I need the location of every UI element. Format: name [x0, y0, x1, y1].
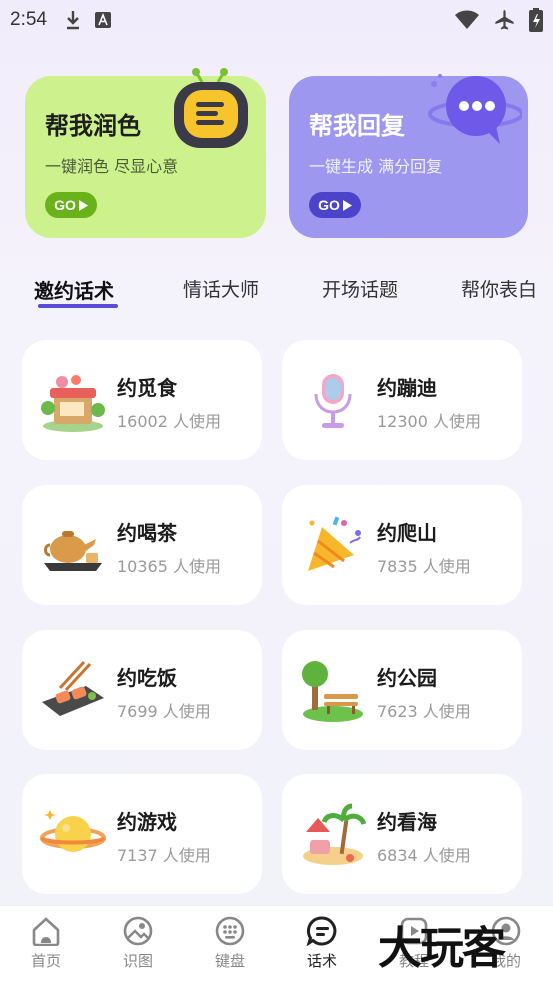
item-title: 约爬山	[377, 521, 437, 545]
tab-love-words[interactable]: 情话大师	[183, 275, 259, 302]
nav-chat[interactable]: 话术	[292, 916, 352, 971]
food-stall-icon	[41, 375, 105, 432]
item-title: 约游戏	[117, 810, 177, 834]
chat-bubble-icon	[428, 74, 522, 144]
item-usage: 7835 人使用	[377, 557, 471, 576]
watermark: 大玩客	[378, 923, 506, 974]
teapot-icon	[44, 531, 102, 571]
item-title: 约喝茶	[117, 521, 177, 545]
item-card[interactable]: 约公园 7623 人使用	[282, 630, 522, 750]
tab-opening-topics[interactable]: 开场话题	[322, 275, 398, 302]
item-card[interactable]: 约游戏 7137 人使用	[22, 774, 262, 894]
a-icon	[94, 12, 111, 28]
go-label: GO	[54, 197, 76, 213]
nav-keyboard-label: 键盘	[214, 952, 245, 970]
tab-confess[interactable]: 帮你表白	[461, 275, 537, 302]
item-usage: 12300 人使用	[377, 412, 481, 431]
planet-icon	[40, 810, 106, 852]
reply-card-subtitle: 一键生成 满分回复	[309, 157, 443, 176]
nav-image-recognize[interactable]: 识图	[108, 916, 168, 971]
item-usage: 10365 人使用	[117, 557, 221, 576]
item-usage: 7699 人使用	[117, 702, 211, 721]
item-card[interactable]: 约吃饭 7699 人使用	[22, 630, 262, 750]
park-bench-icon	[302, 661, 363, 722]
item-card[interactable]: 约蹦迪 12300 人使用	[282, 340, 522, 460]
status-time: 2:54	[10, 9, 47, 30]
polish-card-subtitle: 一键润色 尽显心意	[45, 157, 179, 176]
nav-home-label: 首页	[30, 952, 61, 970]
play-icon	[78, 199, 88, 211]
item-card[interactable]: 约觅食 16002 人使用	[22, 340, 262, 460]
item-title: 约蹦迪	[377, 376, 437, 400]
play-icon	[342, 199, 352, 211]
item-usage: 6834 人使用	[377, 846, 471, 865]
beach-icon	[303, 803, 366, 865]
battery-icon	[529, 8, 543, 32]
nav-keyboard[interactable]: 键盘	[200, 916, 260, 971]
chat-icon	[306, 916, 337, 946]
nav-chat-label: 话术	[306, 952, 337, 970]
wifi-icon	[455, 10, 479, 29]
category-tabs: 邀约话术 情话大师 开场话题 帮你表白	[0, 270, 553, 310]
active-tab-indicator	[38, 304, 118, 308]
keyboard-icon	[215, 916, 245, 946]
status-bar: 2:54	[0, 0, 553, 40]
item-usage: 16002 人使用	[117, 412, 221, 431]
microphone-icon	[314, 374, 352, 428]
image-recognize-icon	[123, 916, 153, 946]
item-title: 约吃饭	[117, 666, 177, 690]
reply-go-button[interactable]: GO	[309, 192, 361, 218]
item-card[interactable]: 约爬山 7835 人使用	[282, 485, 522, 605]
polish-go-button[interactable]: GO	[45, 192, 97, 218]
item-usage: 7623 人使用	[377, 702, 471, 721]
item-card[interactable]: 约喝茶 10365 人使用	[22, 485, 262, 605]
download-icon	[66, 11, 79, 30]
item-usage: 7137 人使用	[117, 846, 211, 865]
go-label: GO	[318, 197, 340, 213]
tv-robot-icon	[174, 68, 248, 148]
nav-image-recognize-label: 识图	[122, 952, 153, 970]
sushi-icon	[42, 660, 104, 716]
item-card[interactable]: 约看海 6834 人使用	[282, 774, 522, 894]
item-title: 约公园	[377, 666, 437, 690]
party-popper-icon	[308, 516, 361, 571]
nav-home[interactable]: 首页	[16, 916, 76, 971]
tab-invite[interactable]: 邀约话术	[34, 275, 114, 304]
airplane-icon	[495, 10, 514, 30]
item-title: 约觅食	[117, 376, 177, 400]
home-icon	[32, 917, 60, 946]
item-title: 约看海	[377, 810, 437, 834]
